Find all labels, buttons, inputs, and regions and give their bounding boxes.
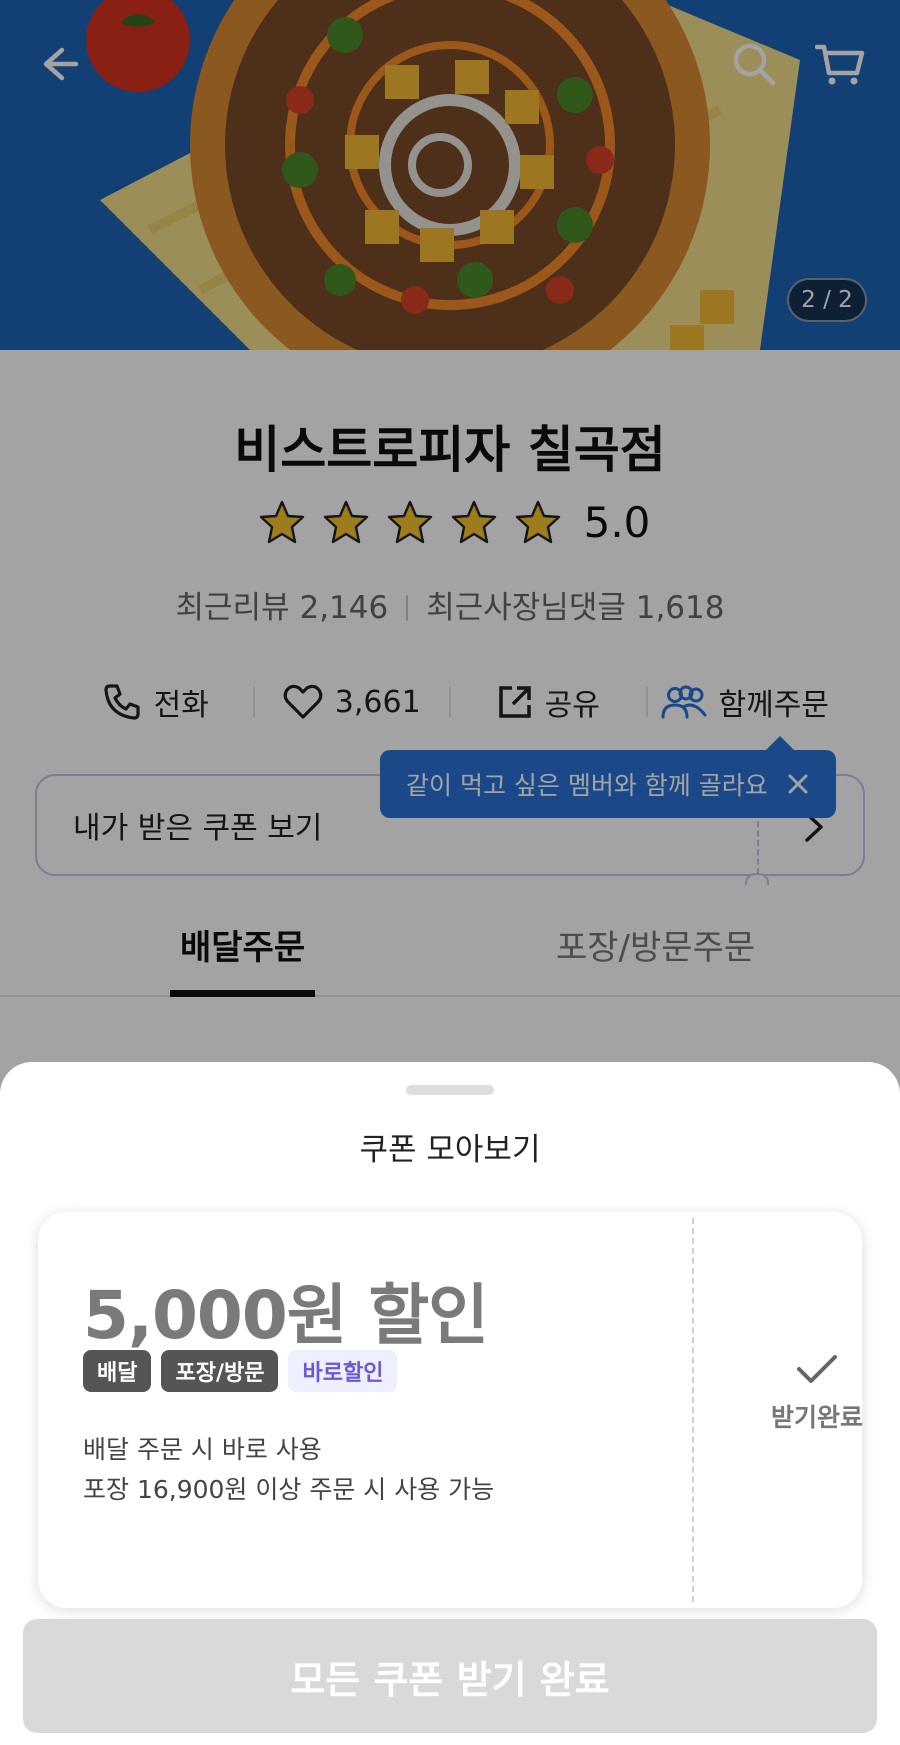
badge-delivery: 배달 (83, 1350, 152, 1392)
sheet-drag-handle[interactable] (406, 1085, 494, 1095)
coupon-received-status: 받기완료 (732, 1352, 900, 1434)
receive-all-coupons-button[interactable]: 모든 쿠폰 받기 완료 (23, 1619, 877, 1733)
coupon-badges: 배달 포장/방문 바로할인 (83, 1350, 407, 1392)
coupon-divider (692, 1218, 694, 1602)
coupon-card: 5,000원 할인 배달 포장/방문 바로할인 배달 주문 시 바로 사용 포장… (38, 1212, 863, 1608)
coupon-condition: 배달 주문 시 바로 사용 (83, 1435, 322, 1464)
coupon-bottom-sheet: 쿠폰 모아보기 5,000원 할인 배달 포장/방문 바로할인 배달 주문 시 … (0, 1062, 900, 1745)
coupon-amount: 5,000원 할인 (83, 1277, 489, 1354)
received-label: 받기완료 (770, 1403, 863, 1432)
badge-instant-discount: 바로할인 (288, 1350, 398, 1392)
check-icon (797, 1355, 837, 1383)
sheet-title: 쿠폰 모아보기 (359, 1132, 541, 1168)
badge-pickup: 포장/방문 (161, 1350, 279, 1392)
coupon-condition: 포장 16,900원 이상 주문 시 사용 가능 (83, 1475, 495, 1504)
